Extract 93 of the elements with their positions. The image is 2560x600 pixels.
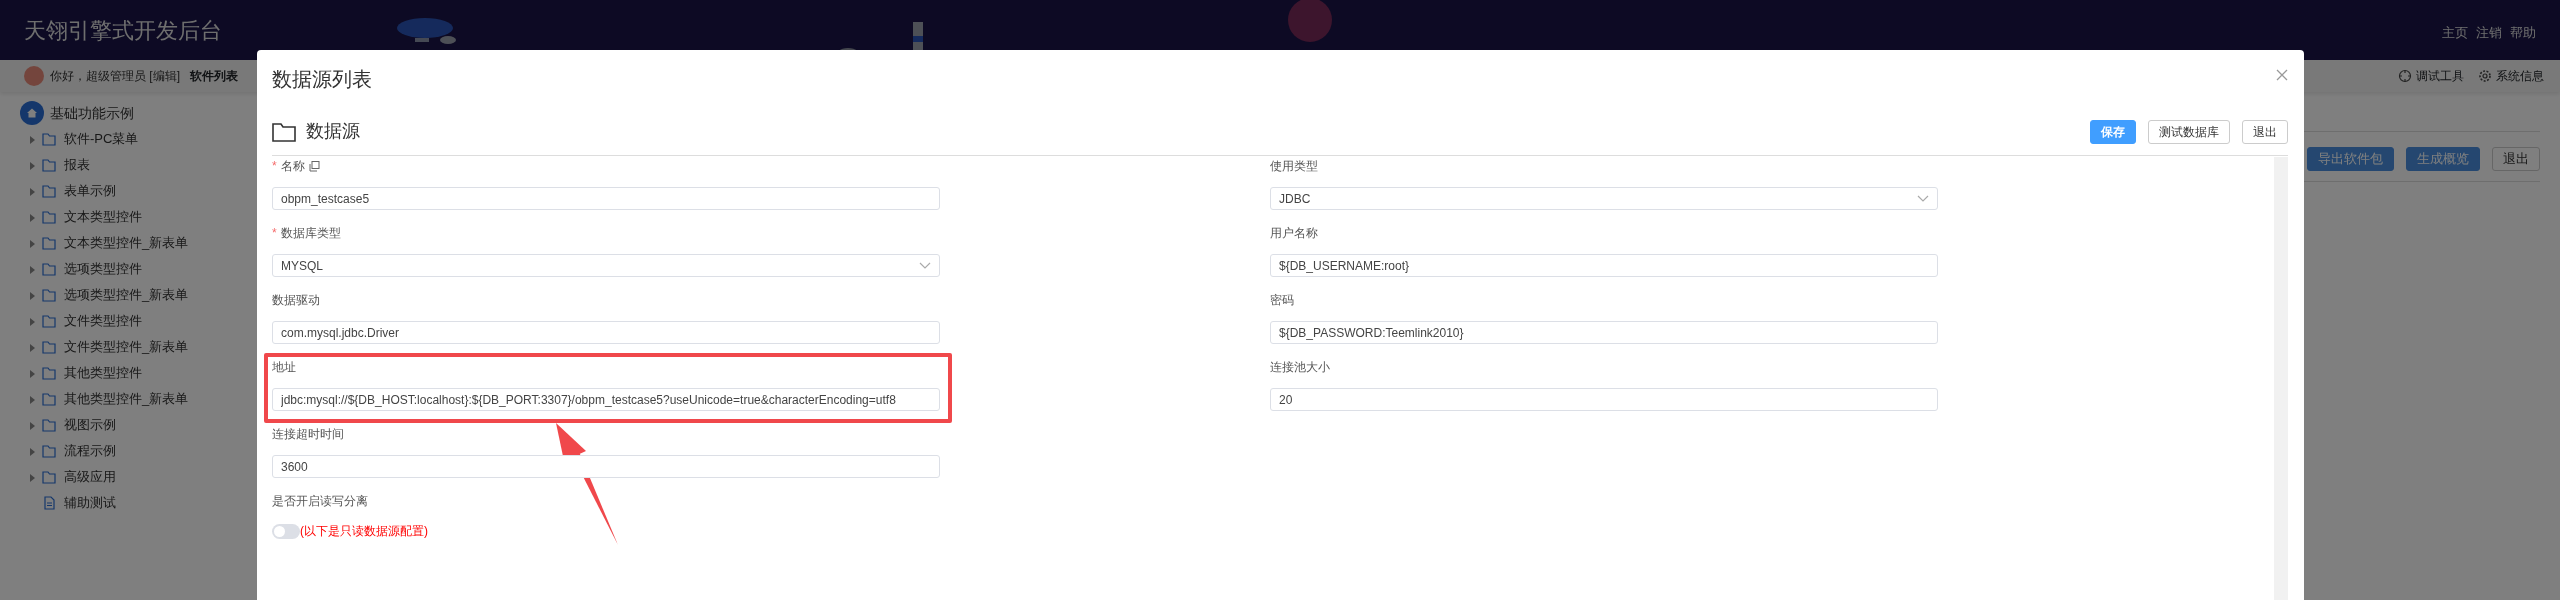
avatar (24, 66, 44, 86)
action-button[interactable]: 退出 (2242, 119, 2288, 144)
folder-icon (42, 288, 56, 302)
dialog-title: 数据源列表 (272, 67, 372, 92)
select-field[interactable]: MYSQL (272, 254, 940, 277)
caret-icon[interactable] (28, 472, 36, 483)
field-label: 地址 (272, 359, 296, 376)
section-title: 数据源 (306, 120, 360, 143)
caret-icon[interactable] (28, 368, 36, 379)
folder-icon (42, 236, 56, 250)
tree-item[interactable]: 辅助测试 (64, 493, 116, 513)
scrollbar[interactable] (2274, 157, 2288, 600)
folder-icon (42, 262, 56, 276)
tree-root-item[interactable]: 基础功能示例 (50, 102, 134, 124)
field-label: 数据驱动 (272, 292, 320, 309)
caret-icon[interactable] (28, 264, 36, 275)
action-button[interactable]: 退出 (2492, 147, 2540, 171)
caret-icon[interactable] (28, 186, 36, 197)
required-mark: * (272, 225, 277, 242)
caret-icon[interactable] (28, 160, 36, 171)
caret-icon[interactable] (28, 316, 36, 327)
tree-item[interactable]: 视图示例 (64, 415, 116, 435)
input-field[interactable]: com.mysql.jdbc.Driver (272, 321, 940, 344)
tree-item[interactable]: 表单示例 (64, 181, 116, 201)
header-link[interactable]: 帮助 (2510, 23, 2536, 43)
input-field[interactable]: ${DB_USERNAME:root} (1270, 254, 1938, 277)
caret-icon[interactable] (28, 420, 36, 431)
tree-item[interactable]: 软件-PC菜单 (64, 129, 139, 149)
tree-item[interactable]: 报表 (64, 155, 90, 175)
debug-icon[interactable] (2398, 69, 2412, 83)
action-button[interactable]: 导出软件包 (2307, 147, 2394, 171)
chevron-icon (919, 261, 931, 270)
caret-icon[interactable] (28, 394, 36, 405)
required-mark: * (272, 158, 277, 175)
folder-icon (42, 444, 56, 458)
field-label: 用户名称 (1270, 225, 1318, 242)
tree-item[interactable]: 文件类型控件 (64, 311, 142, 331)
folder-icon (42, 470, 56, 484)
input-field[interactable]: 3600 (272, 455, 940, 478)
tree-item[interactable]: 选项类型控件_新表单 (64, 285, 189, 305)
field-label: 是否开启读写分离 (272, 493, 368, 510)
tree-item[interactable]: 高级应用 (64, 467, 116, 487)
tree-item[interactable]: 流程示例 (64, 441, 116, 461)
field-label: 连接超时时间 (272, 426, 344, 443)
settings-icon[interactable] (2478, 69, 2492, 83)
toggle-switch[interactable] (272, 523, 300, 539)
tool-link[interactable]: 系统信息 (2496, 67, 2544, 85)
field-label: 密码 (1270, 292, 1294, 309)
input-field[interactable]: ${DB_PASSWORD:Teemlink2010} (1270, 321, 1938, 344)
copy-icon[interactable] (308, 160, 320, 172)
tree-item[interactable]: 其他类型控件 (64, 363, 142, 383)
greeting-text: 你好，超级管理员 [编辑] (50, 68, 180, 85)
folder-icon (42, 132, 56, 146)
folder-icon (272, 121, 296, 142)
caret-icon[interactable] (28, 446, 36, 457)
chevron-icon (1917, 194, 1929, 203)
input-field[interactable]: jdbc:mysql://${DB_HOST:localhost}:${DB_PORT:3307}/obpm_testcase5?useUnicode=true&characterEncoding=utf8 (272, 388, 940, 411)
select-field[interactable]: JDBC (1270, 187, 1938, 210)
nav-link[interactable]: 软件列表 (190, 67, 238, 85)
tree-item[interactable]: 文本类型控件_新表单 (64, 233, 189, 253)
folder-icon (42, 184, 56, 198)
folder-icon (42, 418, 56, 432)
field-label: 连接池大小 (1270, 359, 1330, 376)
caret-icon[interactable] (28, 290, 36, 301)
caret-icon[interactable] (28, 342, 36, 353)
field-label: 使用类型 (1270, 158, 1318, 175)
home-icon (20, 101, 44, 125)
save-button[interactable]: 保存 (2090, 119, 2136, 144)
folder-icon (42, 392, 56, 406)
field-label: 数据库类型 (280, 225, 341, 242)
folder-icon (42, 210, 56, 224)
header-link[interactable]: 注销 (2476, 23, 2502, 43)
app-title: 天翎引擎式开发后台 (24, 17, 222, 45)
folder-icon (42, 158, 56, 172)
folder-icon (42, 314, 56, 328)
document-icon (42, 496, 56, 510)
tool-link[interactable]: 调试工具 (2416, 67, 2464, 85)
folder-icon (42, 366, 56, 380)
note-text: (以下是只读数据源配置) (300, 523, 428, 540)
action-button[interactable]: 测试数据库 (2148, 119, 2230, 144)
caret-icon[interactable] (28, 212, 36, 223)
folder-icon (42, 340, 56, 354)
tree-item[interactable]: 文件类型控件_新表单 (64, 337, 189, 357)
input-field[interactable]: obpm_testcase5 (272, 187, 940, 210)
caret-icon[interactable] (28, 238, 36, 249)
header-link[interactable]: 主页 (2442, 23, 2468, 43)
tree-item[interactable]: 文本类型控件 (64, 207, 142, 227)
input-field[interactable]: 20 (1270, 388, 1938, 411)
tree-item[interactable]: 选项类型控件 (64, 259, 142, 279)
action-button[interactable]: 生成概览 (2406, 147, 2480, 171)
field-label: 名称 (280, 158, 305, 175)
tree-item[interactable]: 其他类型控件_新表单 (64, 389, 189, 409)
caret-icon[interactable] (28, 134, 36, 145)
